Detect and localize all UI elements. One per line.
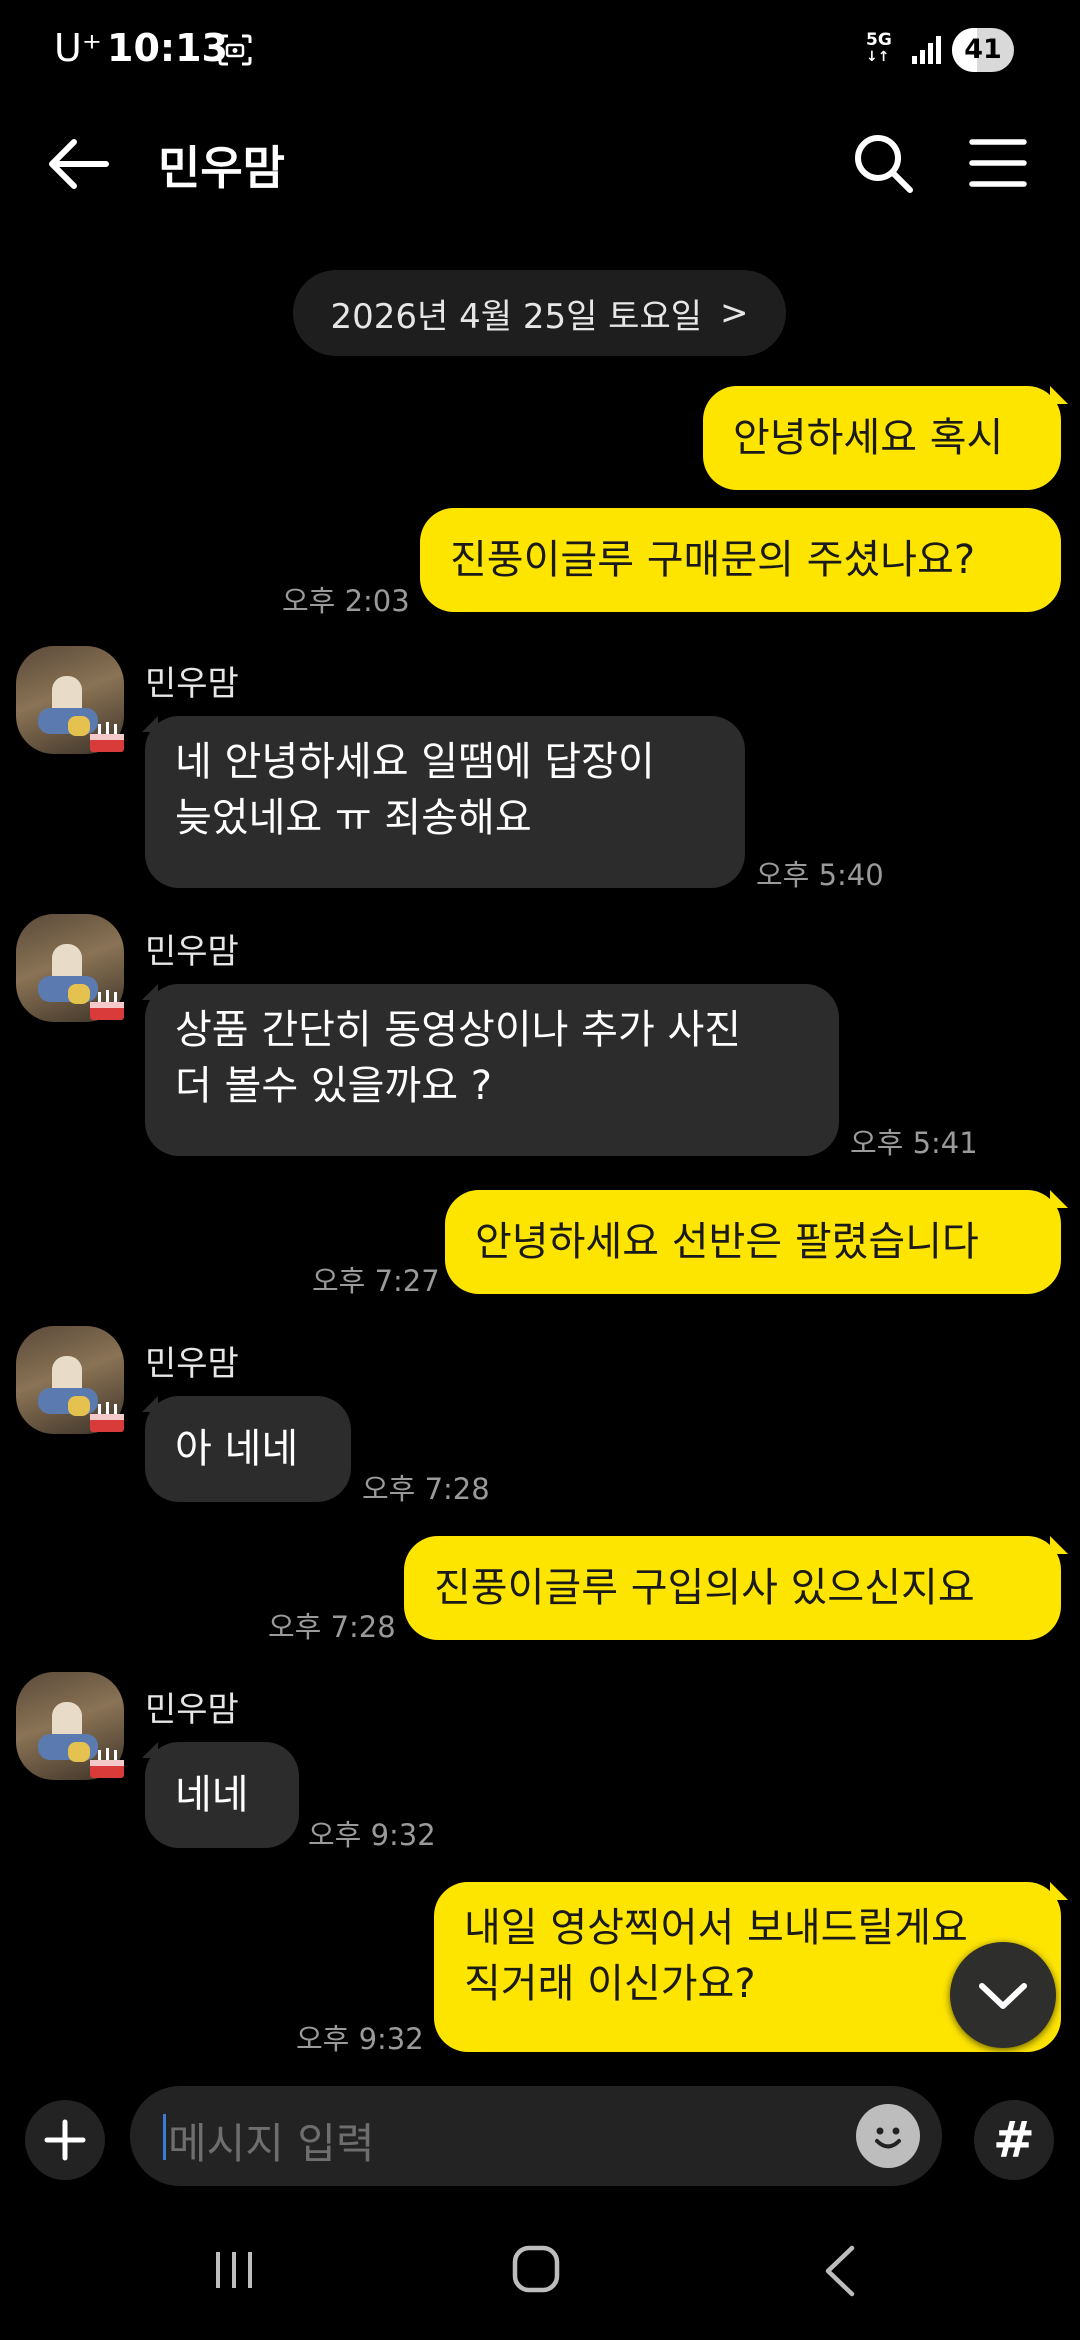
birthday-cake-icon xyxy=(90,990,124,1020)
bubble-tail xyxy=(1050,1882,1068,1900)
home-icon[interactable] xyxy=(511,2244,561,2294)
their-message-bubble[interactable]: 네 안녕하세요 일땜에 답장이 늦었네요 ㅠ 죄송해요 xyxy=(145,716,745,888)
message-time: 오후 5:40 xyxy=(756,858,884,892)
message-text: 진풍이글루 구매문의 주셨나요? xyxy=(450,537,976,583)
message-line: 네 안녕하세요 일땜에 답장이 xyxy=(175,739,655,785)
search-icon[interactable] xyxy=(852,132,914,194)
emoji-icon xyxy=(866,2114,910,2158)
my-message-bubble[interactable]: 안녕하세요 혹시 xyxy=(703,386,1061,490)
emoji-button[interactable] xyxy=(856,2104,920,2168)
message-text: 아 네네 xyxy=(175,1426,299,1472)
message-line: 더 볼수 있을까요 ? xyxy=(175,1063,492,1109)
birthday-cake-icon xyxy=(90,1748,124,1778)
birthday-cake-icon xyxy=(90,722,124,752)
date-separator[interactable]: 2026년 4월 25일 토요일 > xyxy=(293,270,786,356)
message-time: 오후 7:28 xyxy=(362,1472,490,1506)
bubble-tail xyxy=(142,984,158,1000)
bubble-tail xyxy=(142,1742,158,1758)
input-placeholder: 메시지 입력 xyxy=(168,2119,375,2168)
my-message-bubble[interactable]: 진풍이글루 구입의사 있으신지요 xyxy=(404,1536,1061,1640)
message-text: 진풍이글루 구입의사 있으신지요 xyxy=(434,1565,975,1611)
bubble-tail xyxy=(142,716,158,732)
recent-apps-icon[interactable] xyxy=(212,2248,256,2292)
network-type-badge: 5G ↓↑ xyxy=(866,30,892,66)
status-time: 10:13 xyxy=(107,26,228,70)
message-time: 오후 9:32 xyxy=(296,2022,424,2056)
sender-name: 민우맘 xyxy=(145,664,239,704)
screen-capture-icon xyxy=(218,34,252,66)
sender-name: 민우맘 xyxy=(145,1690,239,1730)
their-message-bubble[interactable]: 아 네네 xyxy=(145,1396,351,1502)
chevron-down-icon xyxy=(979,1983,1027,2009)
hamburger-menu-icon[interactable] xyxy=(968,136,1028,190)
message-time: 오후 9:32 xyxy=(308,1818,436,1852)
chat-title: 민우맘 xyxy=(158,141,285,195)
battery-percent: 41 xyxy=(964,34,1002,65)
message-time: 오후 2:03 xyxy=(282,584,410,618)
message-line: 상품 간단히 동영상이나 추가 사진 xyxy=(175,1007,742,1053)
sender-name: 민우맘 xyxy=(145,932,239,972)
message-line: 내일 영상찍어서 보내드릴게요 xyxy=(464,1905,968,1951)
plus-icon xyxy=(44,2119,86,2161)
bubble-tail xyxy=(1050,1536,1068,1554)
message-time: 오후 7:28 xyxy=(268,1610,396,1644)
my-message-bubble[interactable]: 진풍이글루 구매문의 주셨나요? xyxy=(420,508,1061,612)
their-message-bubble[interactable]: 네네 xyxy=(145,1742,299,1848)
their-message-bubble[interactable]: 상품 간단히 동영상이나 추가 사진 더 볼수 있을까요 ? xyxy=(145,984,839,1156)
bubble-tail xyxy=(142,1396,158,1412)
message-time: 오후 5:41 xyxy=(850,1126,978,1160)
message-line: 직거래 이신가요? xyxy=(464,1961,756,2007)
scroll-to-bottom-button[interactable] xyxy=(950,1942,1056,2048)
signal-strength-icon xyxy=(912,36,941,64)
bubble-tail xyxy=(1050,1190,1068,1208)
hashtag-button[interactable]: # xyxy=(974,2100,1054,2180)
system-back-icon[interactable] xyxy=(822,2244,858,2298)
message-input[interactable]: 메시지 입력 xyxy=(130,2086,942,2186)
message-text: 안녕하세요 선반은 팔렸습니다 xyxy=(475,1219,979,1265)
battery-indicator: 41 xyxy=(952,28,1014,72)
attach-plus-button[interactable] xyxy=(25,2100,105,2180)
my-message-bubble[interactable]: 안녕하세요 선반은 팔렸습니다 xyxy=(445,1190,1061,1294)
back-arrow-icon[interactable] xyxy=(44,134,114,194)
message-time: 오후 7:27 xyxy=(312,1264,440,1298)
carrier-label: U⁺ xyxy=(54,26,102,70)
status-bar: U⁺ 10:13 5G ↓↑ 41 xyxy=(0,0,1080,100)
message-line: 늦었네요 ㅠ 죄송해요 xyxy=(175,795,532,841)
message-text: 안녕하세요 혹시 xyxy=(733,415,1004,461)
bubble-tail xyxy=(1050,386,1068,404)
sender-name: 민우맘 xyxy=(145,1344,239,1384)
birthday-cake-icon xyxy=(90,1402,124,1432)
text-caret xyxy=(163,2114,166,2160)
message-text: 네네 xyxy=(175,1772,249,1818)
chevron-right-icon: > xyxy=(720,293,749,333)
date-label: 2026년 4월 25일 토요일 xyxy=(330,296,703,337)
